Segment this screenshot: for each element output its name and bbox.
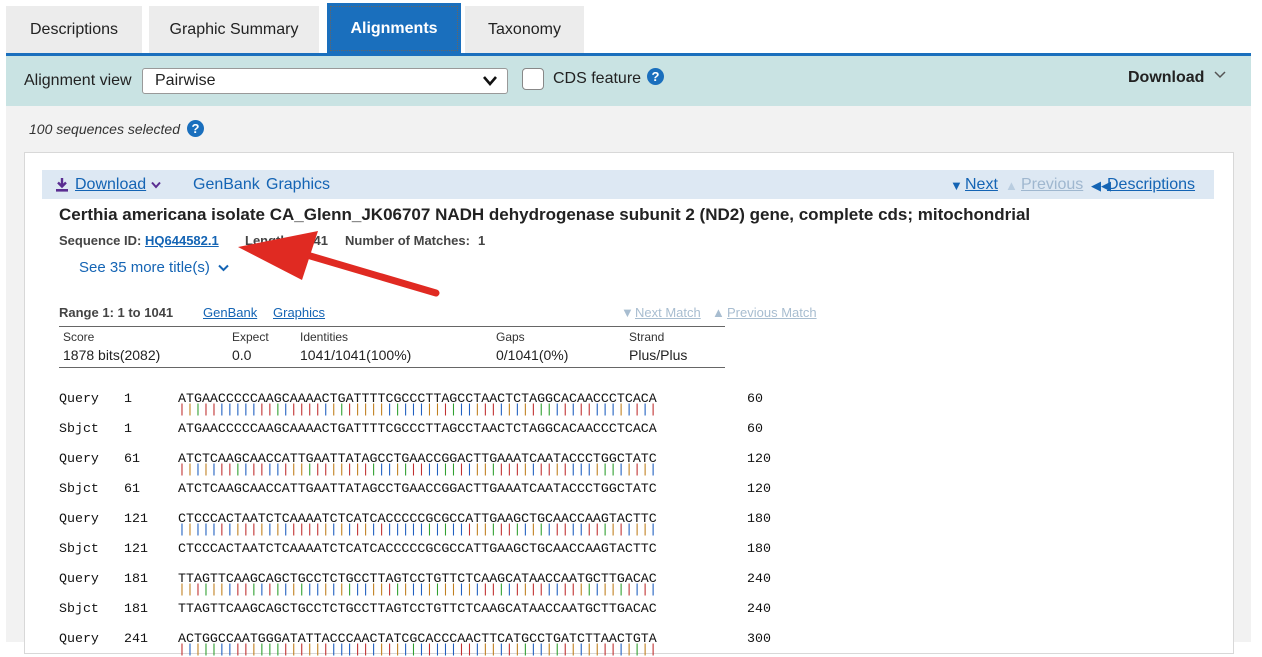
alignment-stats-table: Score Expect Identities Gaps Strand 1878… [59,326,725,368]
previous-link: Previous [1021,176,1084,193]
sequence-id-label: Sequence ID: [59,233,142,248]
query-end: 180 [747,511,771,526]
tab-descriptions[interactable]: Descriptions [6,6,142,54]
identities-header: Identities [300,330,349,344]
tab-taxonomy[interactable]: Taxonomy [465,6,584,54]
number-of-matches-label: Number of Matches: [345,233,470,248]
expect-value: 0.0 [232,347,252,363]
query-start: 181 [124,571,148,586]
sbjct-label: Sbjct [59,481,99,496]
next-link[interactable]: Next [965,176,998,194]
sbjct-sequence: CTCCCACTAATCTCAAAATCTCATCACCCCCGCGCCATTG… [178,541,657,556]
sbjct-sequence: ATCTCAAGCAACCATTGAATTATAGCCTGAACCGGACTTG… [178,481,657,496]
sbjct-start: 61 [124,481,140,496]
see-more-titles-button[interactable]: See 35 more title(s) [79,259,229,276]
cds-feature-label: CDS feature [553,70,642,87]
chevron-down-icon[interactable] [151,181,161,189]
expect-header: Expect [232,330,269,344]
see-more-titles-label: See 35 more title(s) [79,259,210,276]
sbjct-label: Sbjct [59,421,99,436]
identity-bars: ||||||||||||||||||||||||||||||||||||||||… [178,642,658,657]
download-link[interactable]: Download [75,176,146,194]
range-graphics-link[interactable]: Graphics [273,305,325,320]
sequence-id-link[interactable]: HQ644582.1 [145,233,219,248]
query-end: 240 [747,571,771,586]
identities-value: 1041/1041(100%) [300,347,412,363]
sequences-selected-count: 100 sequences selected [29,121,180,137]
sbjct-label: Sbjct [59,601,99,616]
alignment-view-label: Alignment view [24,72,132,89]
query-end: 300 [747,631,771,646]
download-menu-button[interactable]: Download [1128,69,1204,87]
alignment-card: Download GenBank Graphics ▼ Next ▲ Previ… [24,152,1234,657]
length-value: 1041 [299,233,328,248]
tab-alignments[interactable]: Alignments [327,3,461,54]
alignment-view-select[interactable]: Pairwise [142,68,508,94]
chevron-down-icon [218,264,229,272]
query-end: 120 [747,451,771,466]
query-label: Query [59,391,99,406]
descriptions-link[interactable]: Descriptions [1107,176,1195,194]
query-start: 61 [124,451,140,466]
next-match-arrow-icon: ▼ [621,305,634,320]
query-label: Query [59,571,99,586]
sbjct-label: Sbjct [59,541,99,556]
sbjct-end: 180 [747,541,771,556]
sbjct-sequence: ATGAACCCCCAAGCAAAACTGATTTTCGCCCTTAGCCTAA… [178,421,657,436]
identity-bars: ||||||||||||||||||||||||||||||||||||||||… [178,402,658,417]
gaps-header: Gaps [496,330,525,344]
number-of-matches-value: 1 [478,233,486,248]
sbjct-end: 240 [747,601,771,616]
identity-bars: ||||||||||||||||||||||||||||||||||||||||… [178,582,658,597]
cds-feature-checkbox[interactable] [522,68,544,90]
genbank-link[interactable]: GenBank [193,176,260,194]
previous-match-arrow-icon: ▲ [712,305,725,320]
range-genbank-link[interactable]: GenBank [203,305,257,320]
identity-bars: ||||||||||||||||||||||||||||||||||||||||… [178,522,658,537]
sbjct-start: 121 [124,541,148,556]
download-icon[interactable] [55,177,69,192]
gaps-value: 0/1041(0%) [496,347,569,363]
score-header: Score [63,330,95,344]
help-icon[interactable]: ? [187,120,204,137]
sbjct-start: 1 [124,421,132,436]
score-value: 1878 bits(2082) [63,347,161,363]
sbjct-end: 120 [747,481,771,496]
sbjct-start: 181 [124,601,148,616]
help-icon[interactable]: ? [647,68,664,85]
hit-title: Certhia americana isolate CA_Glenn_JK067… [59,205,1031,224]
query-start: 241 [124,631,148,646]
alignment-card-header: Download GenBank Graphics ▼ Next ▲ Previ… [42,170,1214,199]
query-end: 60 [747,391,763,406]
next-arrow-icon: ▼ [950,178,963,193]
strand-header: Strand [629,330,665,344]
identity-bars: ||||||||||||||||||||||||||||||||||||||||… [178,462,658,477]
strand-value: Plus/Plus [629,347,688,363]
range-label: Range 1: 1 to 1041 [59,305,174,320]
alignment-view-value: Pairwise [155,72,216,89]
query-label: Query [59,511,99,526]
results-tab-bar: Descriptions Graphic Summary Alignments … [0,0,1262,56]
chevron-down-icon [483,76,497,86]
sbjct-end: 60 [747,421,763,436]
query-label: Query [59,631,99,646]
tab-graphic-summary[interactable]: Graphic Summary [149,6,319,54]
length-label: Length: [245,233,293,248]
sbjct-sequence: TTAGTTCAAGCAGCTGCCTCTGCCTTAGTCCTGTTCTCAA… [178,601,657,616]
chevron-down-icon[interactable] [1213,70,1227,80]
previous-match-link: Previous Match [727,305,817,320]
next-match-link: Next Match [635,305,701,320]
previous-arrow-icon: ▲ [1005,178,1018,193]
alignment-toolbar: Alignment view Pairwise CDS feature ? Do… [6,56,1251,107]
query-start: 121 [124,511,148,526]
graphics-link[interactable]: Graphics [266,176,330,194]
query-start: 1 [124,391,132,406]
query-label: Query [59,451,99,466]
alignments-panel: 100 sequences selected ? Download GenBan… [6,106,1251,656]
